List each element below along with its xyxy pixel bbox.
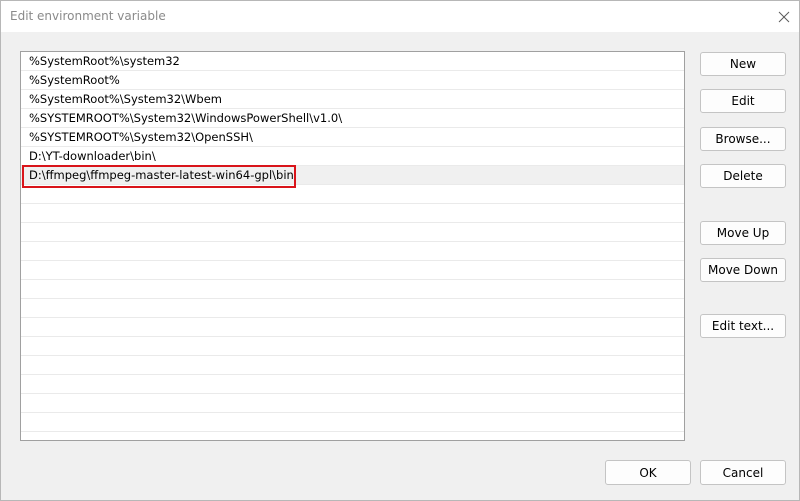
list-item[interactable]: [21, 280, 684, 299]
list-item-text: %SystemRoot%\system32: [29, 54, 180, 68]
list-item[interactable]: D:\ffmpeg\ffmpeg-master-latest-win64-gpl…: [21, 166, 684, 185]
move-up-button[interactable]: Move Up: [700, 221, 786, 245]
list-item[interactable]: [21, 318, 684, 337]
ok-button[interactable]: OK: [605, 460, 691, 485]
title-bar: Edit environment variable: [1, 1, 799, 32]
list-item[interactable]: [21, 204, 684, 223]
list-item[interactable]: [21, 394, 684, 413]
list-item[interactable]: %SYSTEMROOT%\System32\OpenSSH\: [21, 128, 684, 147]
list-item[interactable]: %SystemRoot%\system32: [21, 52, 684, 71]
list-item[interactable]: [21, 261, 684, 280]
list-item-text: %SYSTEMROOT%\System32\OpenSSH\: [29, 130, 253, 144]
list-item[interactable]: [21, 337, 684, 356]
list-item[interactable]: [21, 185, 684, 204]
window-title: Edit environment variable: [10, 9, 166, 23]
edit-text-button[interactable]: Edit text...: [700, 314, 786, 338]
list-item[interactable]: [21, 299, 684, 318]
list-item[interactable]: [21, 242, 684, 261]
path-list[interactable]: %SystemRoot%\system32 %SystemRoot% %System…: [20, 51, 685, 441]
list-item[interactable]: D:\YT-downloader\bin\: [21, 147, 684, 166]
list-item-text: %SYSTEMROOT%\System32\WindowsPowerShell\…: [29, 111, 343, 125]
list-item[interactable]: [21, 356, 684, 375]
list-item[interactable]: %SYSTEMROOT%\System32\WindowsPowerShell\…: [21, 109, 684, 128]
cancel-button[interactable]: Cancel: [700, 460, 786, 485]
close-icon: [778, 11, 790, 23]
list-item-text: %SystemRoot%: [29, 73, 120, 87]
list-item[interactable]: [21, 375, 684, 394]
edit-environment-variable-dialog: Edit environment variable %SystemRoot%\s…: [0, 0, 800, 501]
edit-button[interactable]: Edit: [700, 89, 786, 113]
list-item[interactable]: [21, 413, 684, 432]
browse-button[interactable]: Browse...: [700, 127, 786, 151]
move-down-button[interactable]: Move Down: [700, 258, 786, 282]
close-button[interactable]: [771, 5, 797, 29]
list-item-text: %SystemRoot%\System32\Wbem: [29, 92, 223, 106]
list-item-text: D:\ffmpeg\ffmpeg-master-latest-win64-gpl…: [29, 168, 294, 182]
new-button[interactable]: New: [700, 52, 786, 76]
delete-button[interactable]: Delete: [700, 164, 786, 188]
list-item[interactable]: [21, 223, 684, 242]
list-item-text: D:\YT-downloader\bin\: [29, 149, 156, 163]
list-item[interactable]: %SystemRoot%\System32\Wbem: [21, 90, 684, 109]
list-item[interactable]: %SystemRoot%: [21, 71, 684, 90]
